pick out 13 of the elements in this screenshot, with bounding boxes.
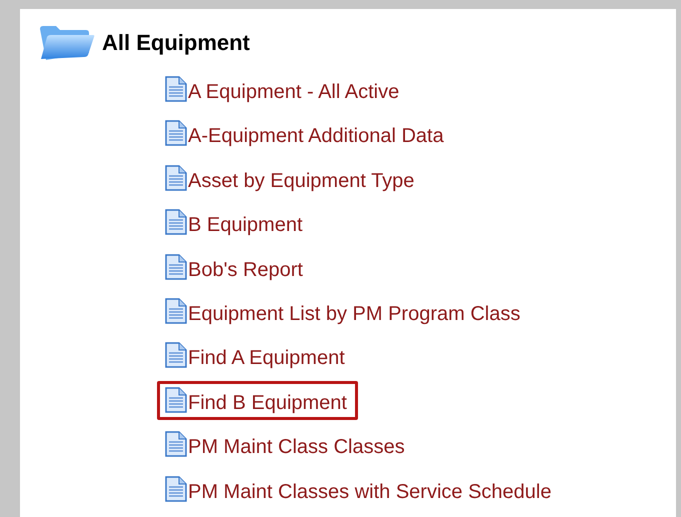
document-icon <box>165 298 187 324</box>
document-icon <box>165 164 187 191</box>
folder-icon <box>38 23 96 61</box>
document-icon <box>165 120 187 146</box>
document-icon <box>165 209 187 236</box>
document-icon <box>165 254 187 280</box>
document-icon <box>165 431 187 458</box>
document-icon <box>165 342 187 368</box>
report-link[interactable]: Find B Equipment <box>157 380 358 420</box>
folder-label[interactable]: All Equipment <box>102 26 250 58</box>
document-icon <box>165 386 187 413</box>
document-icon <box>165 476 187 502</box>
document-icon <box>165 76 187 102</box>
